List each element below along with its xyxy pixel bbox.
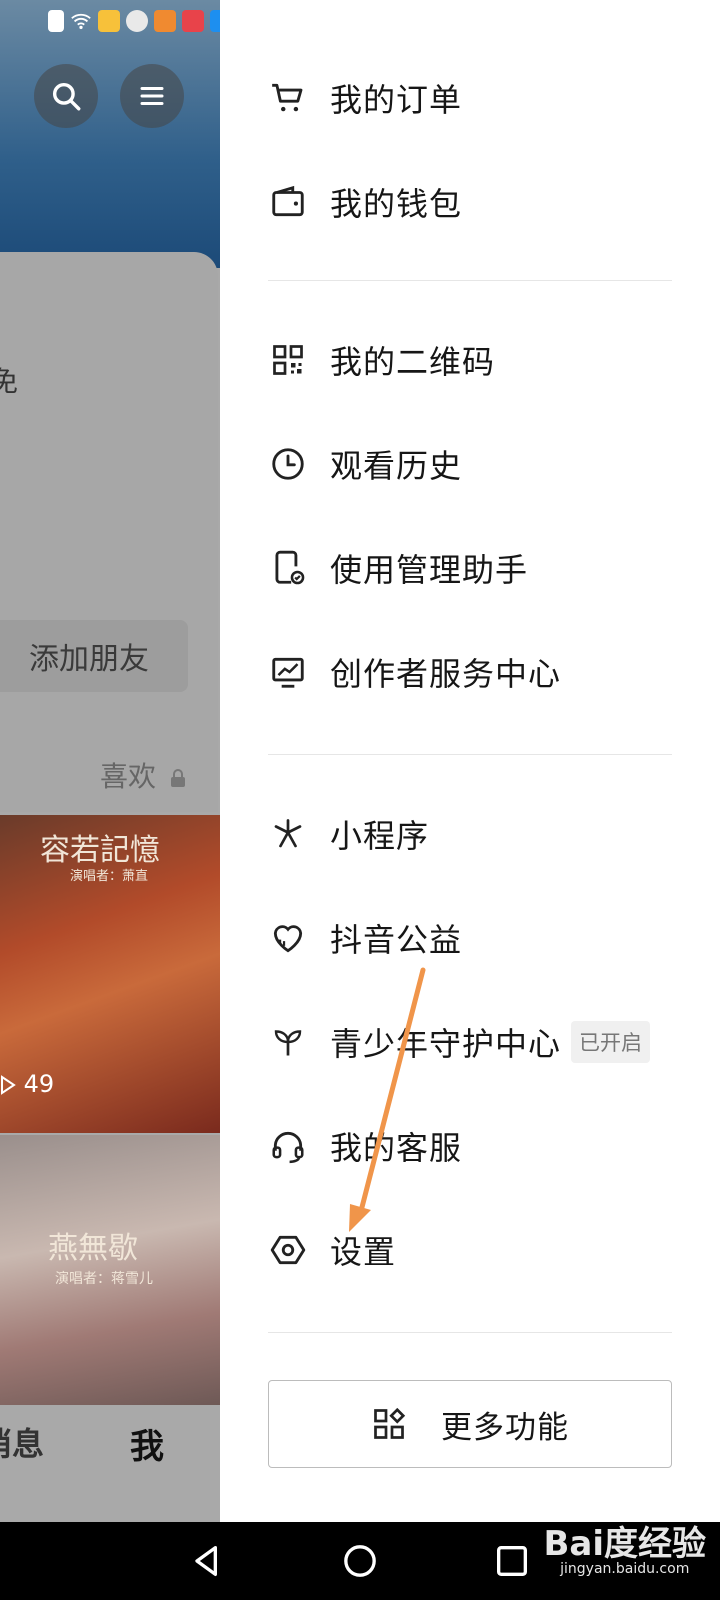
tab-likes[interactable]: 喜欢	[100, 755, 187, 795]
menu-item-label: 小程序	[330, 817, 430, 855]
partial-profile-text: 免	[0, 365, 19, 398]
thumbnail-title: 容若記憶	[40, 833, 160, 868]
tab-likes-label: 喜欢	[100, 760, 157, 793]
back-icon[interactable]	[187, 1541, 227, 1581]
menu-item-label: 我的二维码	[330, 343, 496, 381]
menu-item-orders[interactable]: 我的订单	[268, 68, 462, 128]
menu-item-creator-center[interactable]: 创作者服务中心	[268, 642, 561, 702]
lock-icon	[170, 769, 185, 787]
settings-hexagon-icon	[268, 1230, 308, 1270]
menu-item-customer-service[interactable]: 我的客服	[268, 1116, 462, 1176]
play-icon	[1, 1075, 16, 1095]
more-features-label: 更多功能	[441, 1409, 569, 1446]
menu-item-label: 抖音公益	[330, 921, 463, 959]
app-store-icon	[210, 10, 220, 32]
thumbnail-singer: 演唱者：萧直	[70, 869, 149, 884]
menu-item-qrcode[interactable]: 我的二维码	[268, 330, 495, 390]
sprout-icon	[268, 1022, 308, 1062]
side-drawer-menu: 我的订单 我的钱包 我的二维码 观看历史 使用管理助手 创作者服务中心 小程序 …	[220, 0, 720, 1522]
thumbnail-singer: 演唱者：蒋雪儿	[55, 1271, 153, 1287]
mall-app-icon	[182, 10, 204, 32]
recents-icon[interactable]	[492, 1541, 532, 1581]
phone-check-icon	[268, 548, 308, 588]
menu-item-label: 创作者服务中心	[330, 655, 562, 693]
more-features-button[interactable]: 更多功能	[268, 1380, 672, 1468]
divider	[268, 280, 672, 281]
thumbnail-title: 燕無歇	[48, 1231, 138, 1266]
browser-icon	[126, 10, 148, 32]
menu-item-mini-programs[interactable]: 小程序	[268, 804, 429, 864]
alert-icon	[48, 10, 64, 32]
background-app: 免 添加朋友 喜欢 容若記憶 演唱者：萧直 49 燕無歇 演唱者：蒋雪儿 消息 …	[0, 0, 220, 1522]
status-bar-icons	[48, 10, 220, 32]
apps-grid-icon	[374, 1407, 406, 1439]
menu-item-label: 观看历史	[330, 447, 463, 485]
clock-icon	[268, 444, 308, 484]
wallet-icon	[268, 182, 308, 222]
play-count-value: 49	[23, 1070, 55, 1098]
add-friend-label: 添加朋友	[29, 642, 149, 677]
cart-icon	[268, 78, 308, 118]
menu-item-charity[interactable]: 抖音公益	[268, 908, 462, 968]
menu-item-watch-history[interactable]: 观看历史	[268, 434, 462, 494]
baidu-jingyan-watermark: Bai度经验 jingyan.baidu.com	[543, 1516, 706, 1577]
divider	[268, 754, 672, 755]
home-icon[interactable]	[340, 1541, 380, 1581]
menu-item-usage-assistant[interactable]: 使用管理助手	[268, 538, 528, 598]
tab-me[interactable]: 我	[130, 1419, 164, 1468]
bottom-tab-bar: 消息 我	[0, 1405, 220, 1522]
menu-item-label: 设置	[330, 1233, 397, 1271]
video-app-icon	[154, 10, 176, 32]
heart-icon	[268, 918, 308, 958]
video-thumbnail[interactable]: 容若記憶 演唱者：萧直 49	[0, 815, 220, 1133]
weibo-icon	[98, 10, 120, 32]
menu-item-label: 使用管理助手	[330, 551, 529, 589]
menu-item-label: 我的订单	[330, 81, 463, 119]
headset-icon	[268, 1126, 308, 1166]
menu-item-youth-protection[interactable]: 青少年守护中心 已开启	[268, 1012, 651, 1072]
watermark-url: jingyan.baidu.com	[560, 1561, 690, 1577]
play-count: 49	[0, 1070, 54, 1098]
tab-messages[interactable]: 消息	[0, 1419, 44, 1465]
divider	[268, 1332, 672, 1333]
add-friend-button[interactable]: 添加朋友	[0, 620, 188, 692]
profile-card: 免	[0, 252, 218, 812]
menu-item-label: 我的钱包	[330, 185, 463, 223]
monitor-chart-icon	[268, 652, 308, 692]
menu-item-label: 青少年守护中心	[330, 1025, 562, 1063]
search-button[interactable]	[34, 64, 98, 128]
search-icon	[52, 82, 81, 111]
profile-header-banner	[0, 0, 220, 268]
menu-button[interactable]	[120, 64, 184, 128]
qrcode-icon	[268, 340, 308, 380]
hamburger-menu-icon	[140, 87, 164, 105]
menu-item-label: 我的客服	[330, 1129, 463, 1167]
menu-item-settings[interactable]: 设置	[268, 1220, 396, 1280]
mini-program-icon	[268, 814, 308, 854]
status-badge: 已开启	[571, 1021, 651, 1063]
watermark-brand: Bai度经验	[543, 1524, 706, 1564]
wifi-icon	[71, 13, 91, 30]
menu-item-wallet[interactable]: 我的钱包	[268, 172, 462, 232]
video-thumbnail[interactable]: 燕無歇 演唱者：蒋雪儿	[0, 1135, 220, 1405]
